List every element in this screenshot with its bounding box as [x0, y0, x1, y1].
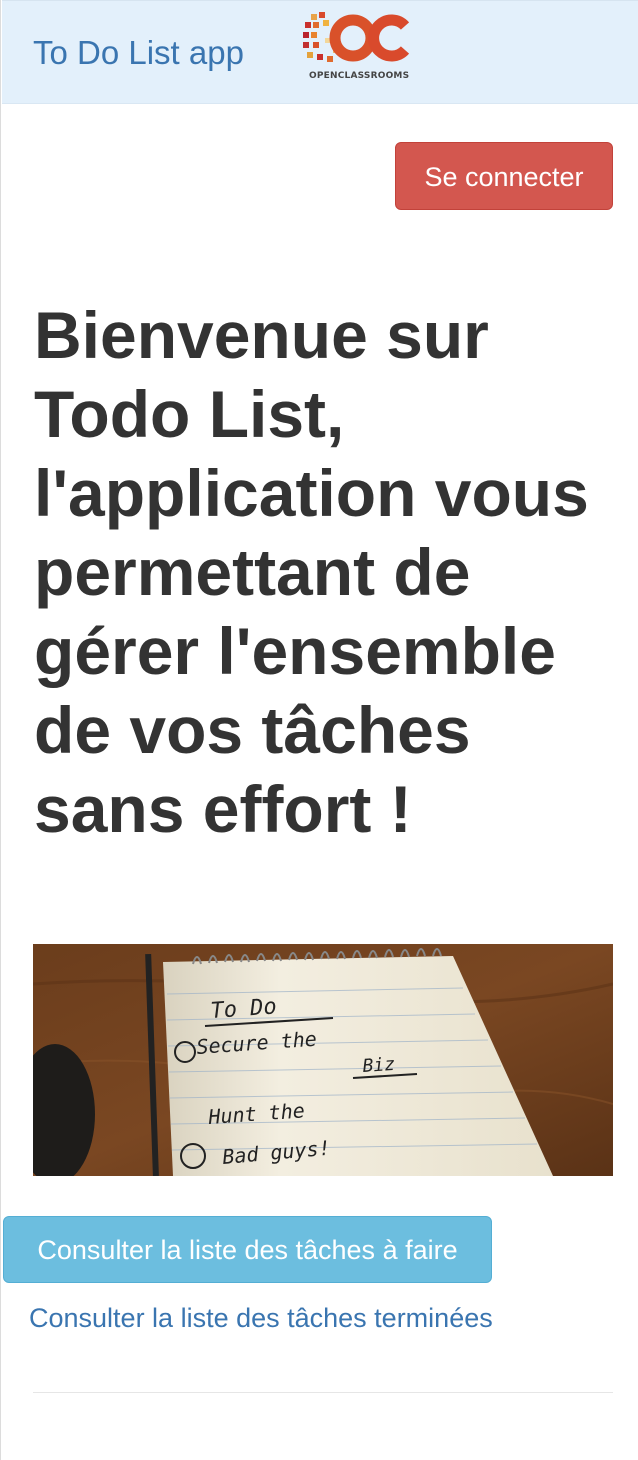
footer-divider [33, 1392, 613, 1393]
note-title: To Do [210, 994, 278, 1024]
done-list-link[interactable]: Consulter la liste des tâches terminées [29, 1300, 493, 1336]
todo-notepad-image: To Do Secure the Biz Hunt the Bad guys! [33, 944, 613, 1176]
page: To Do List app OPENCLASSROOMS Se connect… [0, 0, 638, 1460]
brand-link[interactable]: To Do List app [33, 33, 244, 73]
openclassrooms-logo: OPENCLASSROOMS [303, 12, 410, 81]
todo-list-button[interactable]: Consulter la liste des tâches à faire [3, 1216, 492, 1283]
note-item1b: Biz [362, 1054, 396, 1077]
welcome-heading: Bienvenue sur Todo List, l'application v… [34, 298, 589, 846]
navbar: To Do List app OPENCLASSROOMS [2, 0, 638, 104]
login-button[interactable]: Se connecter [395, 142, 613, 210]
logo-text: OPENCLASSROOMS [309, 71, 409, 81]
